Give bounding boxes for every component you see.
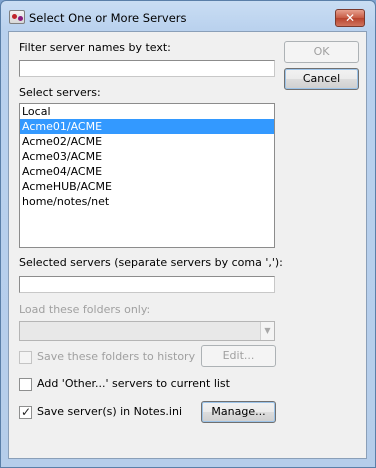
server-listbox[interactable]: Local Acme01/ACME Acme02/ACME Acme03/ACME Ac… bbox=[19, 103, 275, 248]
dialog-window: Select One or More Servers ✕ Filter serv… bbox=[0, 0, 376, 468]
select-servers-label: Select servers: bbox=[19, 86, 101, 99]
save-servers-label: Save server(s) in Notes.ini bbox=[37, 405, 183, 418]
server-list-item[interactable]: Acme03/ACME bbox=[20, 149, 274, 164]
selected-servers-input[interactable] bbox=[19, 276, 275, 293]
save-folders-checkbox[interactable] bbox=[19, 351, 32, 364]
dialog-body: Filter server names by text: OK Cancel S… bbox=[8, 31, 367, 459]
save-folders-label: Save these folders to history bbox=[37, 350, 196, 363]
add-other-label: Add 'Other...' servers to current list bbox=[37, 377, 230, 390]
folders-dropdown[interactable]: ▼ bbox=[19, 321, 275, 341]
close-button[interactable]: ✕ bbox=[335, 9, 365, 27]
server-list-item[interactable]: Acme04/ACME bbox=[20, 164, 274, 179]
server-list-item[interactable]: Acme01/ACME bbox=[20, 119, 274, 134]
servers-app-icon bbox=[9, 10, 25, 24]
add-other-checkbox[interactable] bbox=[19, 378, 32, 391]
selected-servers-label: Selected servers (separate servers by co… bbox=[19, 256, 283, 269]
server-list-item[interactable]: home/notes/net bbox=[20, 194, 274, 209]
filter-label: Filter server names by text: bbox=[19, 41, 171, 54]
cancel-button[interactable]: Cancel bbox=[284, 68, 359, 90]
title-bar[interactable]: Select One or More Servers ✕ bbox=[1, 1, 375, 31]
ok-button[interactable]: OK bbox=[284, 41, 359, 63]
server-list-item[interactable]: AcmeHUB/ACME bbox=[20, 179, 274, 194]
check-icon: ✓ bbox=[21, 405, 32, 419]
server-list-item[interactable]: Local bbox=[20, 104, 274, 119]
chevron-down-icon: ▼ bbox=[260, 322, 274, 340]
folders-label: Load these folders only: bbox=[19, 303, 151, 316]
window-title: Select One or More Servers bbox=[29, 11, 187, 25]
manage-button[interactable]: Manage... bbox=[201, 401, 276, 423]
edit-button[interactable]: Edit... bbox=[201, 345, 276, 367]
filter-input[interactable] bbox=[19, 60, 275, 77]
server-list-item[interactable]: Acme02/ACME bbox=[20, 134, 274, 149]
save-servers-checkbox[interactable]: ✓ bbox=[19, 405, 32, 419]
